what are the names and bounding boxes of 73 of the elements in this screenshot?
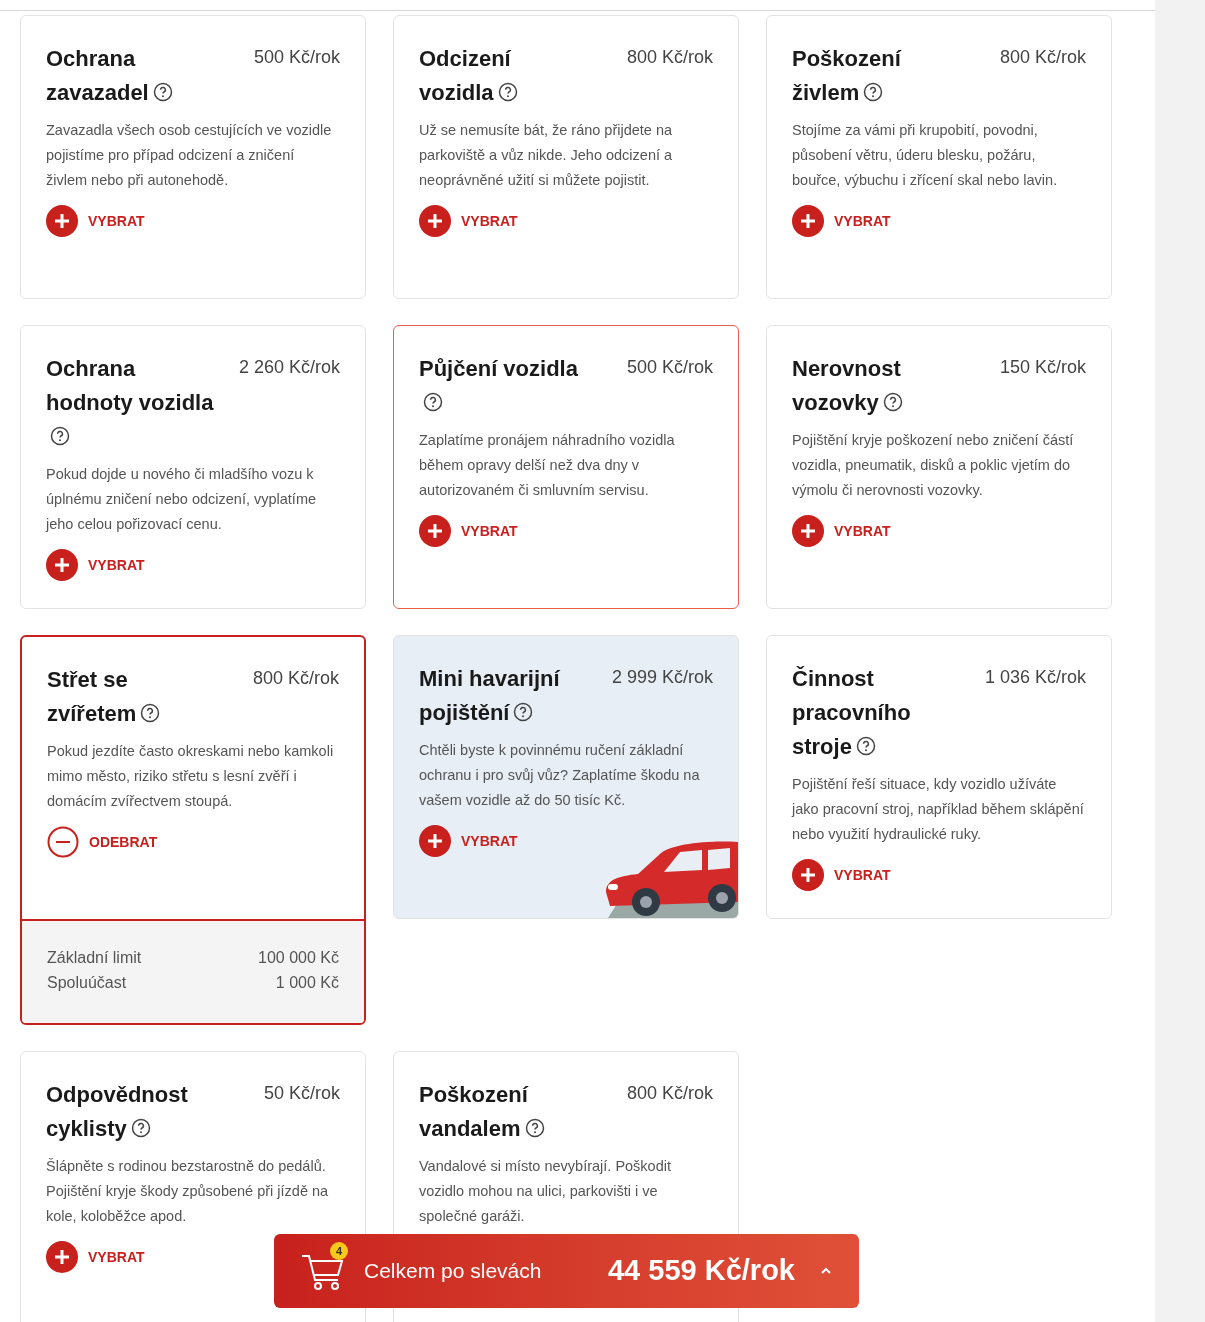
help-icon[interactable] <box>130 1118 151 1138</box>
card-price: 50 Kč/rok <box>263 1082 340 1105</box>
card-description: Zaplatíme pronájem náhradního vozidla během opravy delší než dva dny v autorizovaném či smluvním servisu. <box>419 431 676 500</box>
help-icon[interactable] <box>882 392 903 412</box>
limit-value: 100 000 Kč <box>258 948 339 968</box>
card-title: Odpovědnost cyklisty <box>46 1081 189 1143</box>
card-title: Střet se zvířetem <box>47 663 219 731</box>
help-icon[interactable] <box>513 702 534 722</box>
card-title: Činnost pracovního stroje <box>792 665 912 761</box>
help-icon[interactable] <box>497 82 518 102</box>
plus-circle-icon <box>46 205 78 237</box>
card-title: Ochrana hodnoty vozidla <box>46 352 218 454</box>
card-description: Zavazadla všech osob cestujících ve vozidle pojistíme pro případ odcizení a zničení živlem nebo při autonehodě. <box>46 121 333 190</box>
card-price: 800 Kč/rok <box>999 46 1086 69</box>
card-title: Půjčení vozidla <box>419 352 591 420</box>
select-button[interactable]: VYBRAT <box>419 825 518 857</box>
plus-circle-icon <box>792 515 824 547</box>
card-price: 500 Kč/rok <box>253 46 340 69</box>
card-price: 500 Kč/rok <box>626 356 713 379</box>
card-description: Chtěli byste k povinnému ručení základní ochranu i pro svůj vůz? Zaplatíme škodu na vašem vozidle až do 50 tisíc Kč. <box>419 741 701 810</box>
select-button[interactable]: VYBRAT <box>792 515 891 547</box>
help-icon[interactable] <box>423 392 443 412</box>
card-price: 800 Kč/rok <box>252 667 339 690</box>
help-icon[interactable] <box>855 736 876 756</box>
limit-label: Spoluúčast <box>47 973 127 993</box>
plus-circle-icon <box>792 205 824 237</box>
cart-count-badge: 4 <box>330 1242 348 1260</box>
card-description: Už se nemusíte bát, že ráno přijdete na parkoviště a vůz nikde. Jeho odcizení a neoprávněné užití si můžete pojistit. <box>419 121 674 190</box>
select-button[interactable]: VYBRAT <box>46 549 145 581</box>
help-icon[interactable] <box>152 82 173 102</box>
card-description: Šlápněte s rodinou bezstarostně do pedálů. Pojištění kryje škody způsobené při jízdě na kole, koloběžce apod. <box>46 1157 330 1226</box>
card-description: Stojíme za vámi při krupobití, povodni, působení větru, úderu blesku, požáru, bouřce, výbuchu i zřícení skal nebo lavin. <box>792 121 1059 190</box>
plus-circle-icon <box>419 825 451 857</box>
help-icon[interactable] <box>140 703 161 723</box>
card-description: Pokud jezdíte často okreskami nebo kamkoli mimo město, riziko střetu s lesní zvěří i domácím zvířectvem stoupá. <box>47 742 335 811</box>
plus-circle-icon <box>46 1241 78 1273</box>
card-price: 800 Kč/rok <box>626 1082 713 1105</box>
card-title: Nerovnost vozovky <box>792 355 904 417</box>
chevron-up-icon[interactable] <box>819 1266 833 1276</box>
limit-value: 1 000 Kč <box>275 973 339 993</box>
card-description: Pojištění řeší situace, kdy vozidlo užíváte jako pracovní stroj, například během sklápění nebo využití hydraulické ruky. <box>792 775 1084 844</box>
select-button[interactable]: VYBRAT <box>792 859 891 891</box>
select-button[interactable]: VYBRAT <box>46 205 145 237</box>
select-button[interactable]: VYBRAT <box>419 515 518 547</box>
card-title: Poškození živlem <box>792 45 903 107</box>
plus-circle-icon <box>419 515 451 547</box>
plus-circle-icon <box>419 205 451 237</box>
card-price: 1 036 Kč/rok <box>984 666 1086 689</box>
card-title: Ochrana zavazadel <box>46 42 218 110</box>
remove-button[interactable]: ODEBRAT <box>47 826 158 858</box>
plus-circle-icon <box>46 549 78 581</box>
card-price: 2 999 Kč/rok <box>611 666 713 689</box>
help-icon[interactable] <box>50 426 70 446</box>
plus-circle-icon <box>792 859 824 891</box>
help-icon[interactable] <box>863 82 884 102</box>
card-title: Mini havarijní pojištění <box>419 665 561 727</box>
card-description: Vandalové si místo nevybírají. Poškodit vozidlo mohou na ulici, parkovišti i ve společné garáži. <box>419 1157 672 1226</box>
cart-total: 44 559 Kč/rok <box>608 1253 795 1289</box>
minus-circle-icon <box>47 826 79 858</box>
card-price: 2 260 Kč/rok <box>238 356 340 379</box>
help-icon[interactable] <box>524 1118 545 1138</box>
cart-label: Celkem po slevách <box>364 1258 542 1285</box>
card-price: 800 Kč/rok <box>626 46 713 69</box>
select-button[interactable]: VYBRAT <box>46 1241 145 1273</box>
cart-bar[interactable]: 4 Celkem po slevách 44 559 Kč/rok <box>274 1234 859 1308</box>
select-button[interactable]: VYBRAT <box>419 205 518 237</box>
card-description: Pokud dojde u nového či mladšího vozu k úplnému zničení nebo odcizení, vyplatíme jeho celou pořizovací cenu. <box>46 465 318 534</box>
card-description: Pojištění kryje poškození nebo zničení částí vozidla, pneumatik, disků a poklic vjetím do výmolu či nerovnosti vozovky. <box>792 431 1075 500</box>
card-title: Poškození vandalem <box>419 1078 591 1146</box>
select-button[interactable]: VYBRAT <box>792 205 891 237</box>
card-title: Odcizení vozidla <box>419 42 591 110</box>
limit-label: Základní limit <box>47 948 142 968</box>
card-price: 150 Kč/rok <box>999 356 1086 379</box>
